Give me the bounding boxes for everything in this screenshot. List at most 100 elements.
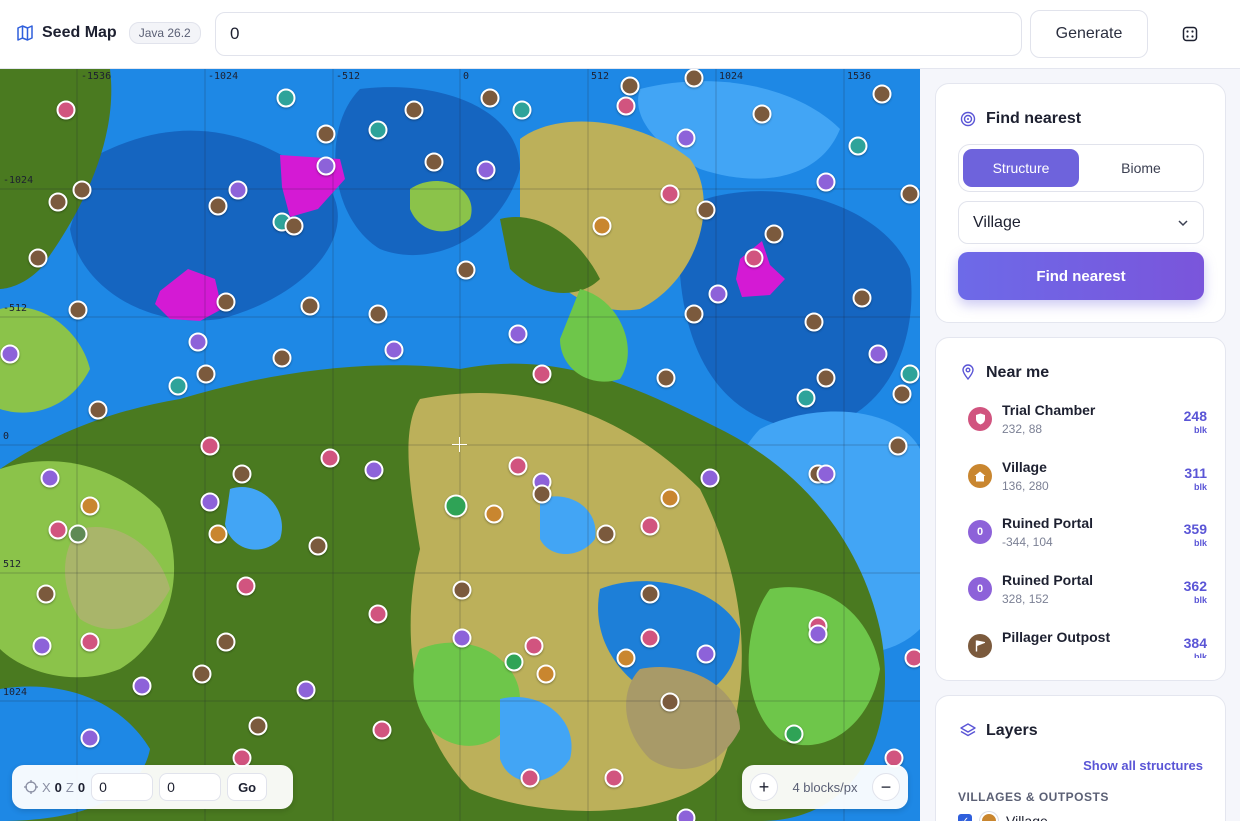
structure-marker[interactable] [80,496,100,516]
structure-marker[interactable] [216,632,236,652]
structure-marker[interactable] [900,184,920,204]
structure-marker[interactable] [816,172,836,192]
structure-marker[interactable] [192,664,212,684]
structure-marker[interactable] [900,364,920,384]
structure-marker[interactable] [696,644,716,664]
structure-marker[interactable] [32,636,52,656]
z-coordinate-input[interactable] [159,773,222,801]
structure-marker[interactable] [484,504,504,524]
find-nearest-button[interactable]: Find nearest [958,252,1204,300]
structure-marker[interactable] [816,464,836,484]
biome-map[interactable]: -1536 -1024 -512 0 512 1024 1536 -1024 -… [0,69,920,821]
structure-select[interactable]: Village [958,201,1204,244]
structure-marker[interactable] [80,632,100,652]
checkbox-checked-icon[interactable]: ✓ [958,814,972,821]
structure-marker[interactable] [504,652,524,672]
list-item[interactable]: Village 136, 280 311 blk [936,453,1227,509]
structure-marker[interactable] [676,808,696,821]
structure-marker[interactable] [640,516,660,536]
structure-marker[interactable] [708,284,728,304]
structure-marker[interactable] [368,304,388,324]
structure-marker[interactable] [784,724,804,744]
structure-marker[interactable] [384,340,404,360]
structure-marker[interactable] [228,180,248,200]
structure-marker[interactable] [684,304,704,324]
zoom-out-button[interactable]: − [871,773,900,801]
structure-marker[interactable] [532,484,552,504]
layer-village[interactable]: ✓ Village [958,812,1048,821]
structure-marker[interactable] [208,524,228,544]
list-item[interactable]: 0 Ruined Portal 328, 152 362 blk [936,566,1227,622]
structure-marker[interactable] [452,628,472,648]
structure-marker[interactable] [368,120,388,140]
structure-marker[interactable] [676,128,696,148]
structure-marker[interactable] [804,312,824,332]
list-item[interactable]: Pillager Outpost 384 blk [936,623,1227,658]
structure-marker[interactable] [28,248,48,268]
structure-marker[interactable] [700,468,720,488]
structure-marker[interactable] [284,216,304,236]
structure-marker[interactable] [316,156,336,176]
structure-marker[interactable] [276,88,296,108]
structure-marker[interactable] [816,368,836,388]
structure-marker[interactable] [36,584,56,604]
structure-marker[interactable] [524,636,544,656]
structure-marker[interactable] [888,436,908,456]
show-all-structures-link[interactable]: Show all structures [1083,758,1203,773]
structure-marker[interactable] [424,152,444,172]
structure-marker[interactable] [272,348,292,368]
structure-marker[interactable] [596,524,616,544]
structure-marker[interactable] [904,648,920,668]
structure-marker[interactable] [208,196,228,216]
structure-marker[interactable] [684,69,704,88]
structure-marker[interactable] [300,296,320,316]
structure-marker[interactable] [452,580,472,600]
structure-marker[interactable] [236,576,256,596]
structure-marker[interactable] [892,384,912,404]
structure-marker[interactable] [808,624,828,644]
structure-marker[interactable] [620,76,640,96]
structure-marker[interactable] [640,628,660,648]
structure-marker[interactable] [616,96,636,116]
structure-marker[interactable] [368,604,388,624]
structure-marker[interactable] [848,136,868,156]
structure-marker[interactable] [796,388,816,408]
structure-marker[interactable] [508,324,528,344]
structure-marker[interactable] [852,288,872,308]
structure-marker[interactable] [364,460,384,480]
structure-marker[interactable] [660,488,680,508]
random-seed-button[interactable] [1172,17,1208,51]
structure-marker[interactable] [508,456,528,476]
structure-marker[interactable] [752,104,772,124]
structure-marker[interactable] [592,216,612,236]
structure-marker[interactable] [80,728,100,748]
structure-marker[interactable] [0,344,20,364]
structure-marker[interactable] [532,364,552,384]
player-marker[interactable] [444,494,468,518]
structure-marker[interactable] [868,344,888,364]
structure-marker[interactable] [536,664,556,684]
tab-biome[interactable]: Biome [1083,149,1199,187]
structure-marker[interactable] [56,100,76,120]
structure-marker[interactable] [764,224,784,244]
structure-marker[interactable] [616,648,636,668]
structure-marker[interactable] [604,768,624,788]
structure-marker[interactable] [48,192,68,212]
structure-marker[interactable] [48,520,68,540]
structure-marker[interactable] [372,720,392,740]
structure-marker[interactable] [68,524,88,544]
structure-marker[interactable] [68,300,88,320]
structure-marker[interactable] [200,436,220,456]
structure-marker[interactable] [660,692,680,712]
structure-marker[interactable] [640,584,660,604]
structure-marker[interactable] [456,260,476,280]
list-item[interactable]: 0 Ruined Portal -344, 104 359 blk [936,509,1227,565]
structure-marker[interactable] [200,492,220,512]
structure-marker[interactable] [316,124,336,144]
structure-marker[interactable] [88,400,108,420]
seed-input[interactable] [215,12,1022,56]
structure-marker[interactable] [872,84,892,104]
structure-marker[interactable] [132,676,152,696]
structure-marker[interactable] [476,160,496,180]
structure-marker[interactable] [744,248,764,268]
